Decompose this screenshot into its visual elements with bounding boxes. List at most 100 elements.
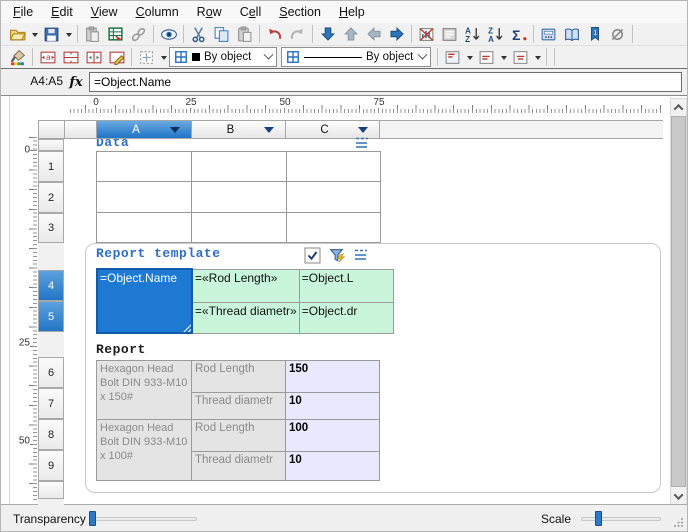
corner-cell[interactable]	[39, 121, 65, 138]
move-left-button[interactable]	[362, 24, 385, 44]
fit-text-button[interactable]: a	[36, 47, 59, 67]
column-header-b[interactable]: B	[192, 121, 286, 138]
insert-link-button[interactable]	[127, 24, 150, 44]
cell-borders-dropdown[interactable]	[158, 47, 169, 67]
selection-handle[interactable]	[183, 324, 191, 332]
cut-button[interactable]	[187, 24, 210, 44]
section-menu-icon[interactable]	[352, 248, 369, 262]
align-middle-center-dropdown[interactable]	[532, 47, 543, 67]
filter-lightning-icon[interactable]	[328, 247, 346, 264]
move-down-button[interactable]	[316, 24, 339, 44]
report-object-cell[interactable]: Hexagon Head Bolt DIN 933-M10 x 150#	[97, 361, 192, 420]
preview-button[interactable]	[157, 24, 180, 44]
menu-file[interactable]: File	[4, 2, 42, 22]
align-top-left-dropdown[interactable]	[464, 47, 475, 67]
row-header-5[interactable]: 5	[38, 301, 64, 332]
reference-book-button[interactable]	[560, 24, 583, 44]
border-style-combo[interactable]: By object	[169, 47, 277, 67]
data-cell[interactable]	[287, 213, 381, 243]
scroll-down-button[interactable]	[671, 488, 686, 504]
template-cell-object-l[interactable]: =Object.L	[299, 269, 393, 302]
transparency-slider-track[interactable]	[93, 517, 197, 521]
row-header-1[interactable]: 1	[38, 151, 64, 182]
row-header-7[interactable]: 7	[38, 388, 64, 419]
data-cell[interactable]	[192, 152, 287, 182]
menu-view[interactable]: View	[82, 2, 127, 22]
fx-icon[interactable]: fx	[67, 72, 85, 92]
toggle-chart-button[interactable]	[415, 24, 438, 44]
scroll-up-button[interactable]	[671, 99, 686, 115]
export-table-button[interactable]	[104, 24, 127, 44]
data-cell[interactable]	[192, 213, 287, 243]
formula-input[interactable]	[89, 72, 682, 92]
report-param-value[interactable]: 10	[286, 393, 380, 420]
report-param-label[interactable]: Thread diametr	[192, 452, 286, 481]
move-up-button[interactable]	[339, 24, 362, 44]
scale-slider-track[interactable]	[581, 517, 661, 521]
template-cell-thread-label[interactable]: =«Thread diametr»	[192, 302, 299, 333]
menu-cell[interactable]: Cell	[231, 2, 271, 22]
checkbox-checked-icon[interactable]	[304, 247, 321, 264]
transparency-slider-handle[interactable]	[89, 511, 96, 526]
report-param-value[interactable]: 150	[286, 361, 380, 393]
line-style-combo[interactable]: By object	[281, 47, 431, 67]
split-cells-button[interactable]	[82, 47, 105, 67]
column-header-a[interactable]: A	[97, 121, 192, 138]
redo-button[interactable]	[286, 24, 309, 44]
report-param-label[interactable]: Thread diametr	[192, 393, 286, 420]
report-param-value[interactable]: 10	[286, 452, 380, 481]
menu-help[interactable]: Help	[330, 2, 374, 22]
position-bookmark-button[interactable]: 1	[583, 24, 606, 44]
format-painter-button[interactable]	[6, 47, 29, 67]
paste-special-button[interactable]	[81, 24, 104, 44]
menu-row[interactable]: Row	[188, 2, 231, 22]
sort-descending-button[interactable]: ZA	[484, 24, 507, 44]
paste-button[interactable]	[233, 24, 256, 44]
row-header-8[interactable]: 8	[38, 419, 64, 450]
open-button[interactable]	[6, 24, 29, 44]
row-header-3[interactable]: 3	[38, 213, 64, 243]
align-middle-left-button[interactable]	[475, 47, 498, 67]
align-top-left-button[interactable]	[441, 47, 464, 67]
report-object-cell[interactable]: Hexagon Head Bolt DIN 933-M10 x 100#	[97, 420, 192, 481]
undo-button[interactable]	[263, 24, 286, 44]
data-cell[interactable]	[97, 152, 192, 182]
menu-edit[interactable]: Edit	[42, 2, 82, 22]
section-menu-icon[interactable]	[353, 136, 370, 150]
row-header-6[interactable]: 6	[38, 357, 64, 388]
report-param-label[interactable]: Rod Length	[192, 420, 286, 452]
column-dropdown-icon[interactable]	[264, 127, 274, 133]
data-cell[interactable]	[192, 182, 287, 213]
vertical-scrollbar[interactable]	[670, 98, 687, 505]
scrollbar-thumb[interactable]	[671, 116, 686, 487]
column-dropdown-icon[interactable]	[358, 127, 368, 133]
cell-reference[interactable]: A4:A5	[5, 74, 63, 88]
merge-cells-button[interactable]	[59, 47, 82, 67]
cell-borders-button[interactable]	[135, 47, 158, 67]
report-param-value[interactable]: 100	[286, 420, 380, 452]
report-param-label[interactable]: Rod Length	[192, 361, 286, 393]
column-dropdown-icon[interactable]	[170, 127, 180, 133]
menu-section[interactable]: Section	[270, 2, 330, 22]
scale-slider-handle[interactable]	[595, 511, 602, 526]
data-cell[interactable]	[287, 152, 381, 182]
data-cell[interactable]	[287, 182, 381, 213]
save-dropdown[interactable]	[63, 24, 74, 44]
template-cell-rod-length-label[interactable]: =«Rod Length»	[192, 269, 299, 302]
resize-grip-icon[interactable]	[673, 517, 684, 528]
align-middle-center-button[interactable]	[509, 47, 532, 67]
template-cell-object-name[interactable]: =Object.Name	[97, 269, 192, 333]
row-header-4[interactable]: 4	[38, 270, 64, 301]
edit-cell-button[interactable]	[105, 47, 128, 67]
properties-button[interactable]	[438, 24, 461, 44]
data-cell[interactable]	[97, 182, 192, 213]
sort-ascending-button[interactable]: AZ	[461, 24, 484, 44]
sum-button[interactable]: Σ	[507, 24, 530, 44]
menu-column[interactable]: Column	[127, 2, 188, 22]
empty-set-button[interactable]	[606, 24, 629, 44]
calculator-button[interactable]	[537, 24, 560, 44]
data-cell[interactable]	[97, 213, 192, 243]
template-cell-object-dr[interactable]: =Object.dr	[299, 302, 393, 333]
row-header-2[interactable]: 2	[38, 182, 64, 213]
save-button[interactable]	[40, 24, 63, 44]
